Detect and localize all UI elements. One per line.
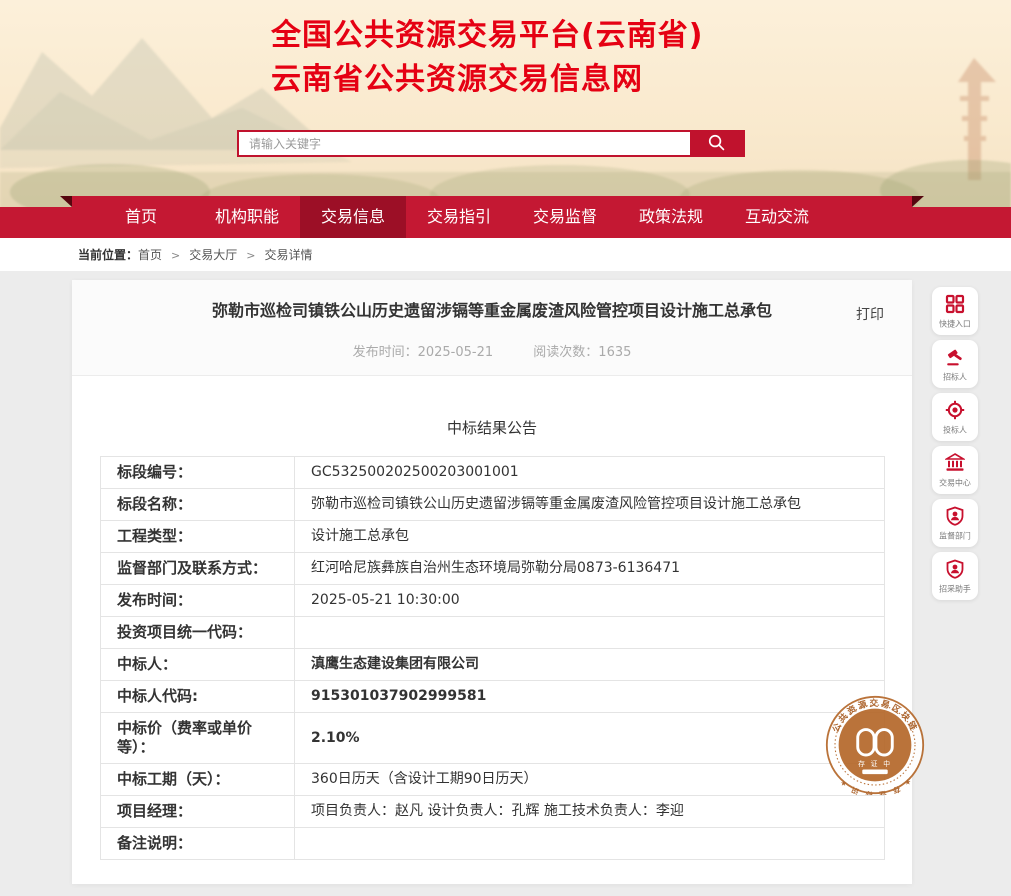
article-card-header: 弥勒市巡检司镇铁公山历史遗留涉镉等重金属废渣风险管控项目设计施工总承包 打印 发… <box>72 280 912 376</box>
sidebar-item-label: 招标人 <box>935 371 975 382</box>
table-row: 标段名称：弥勒市巡检司镇铁公山历史遗留涉镉等重金属废渣风险管控项目设计施工总承包 <box>101 489 885 521</box>
grid-icon <box>932 294 978 314</box>
nav-item-2[interactable]: 机构职能 <box>194 196 300 238</box>
table-row: 中标人代码:915301037902999581 <box>101 681 885 713</box>
row-value: 2.10% <box>295 713 885 764</box>
row-label: 项目经理： <box>101 796 295 828</box>
row-label: 工程类型： <box>101 521 295 553</box>
gavel-icon <box>932 347 978 367</box>
site-title-line1: 全国公共资源交易平台(云南省) <box>271 14 703 58</box>
search-bar <box>237 130 745 157</box>
nav-item-6[interactable]: 政策法规 <box>618 196 724 238</box>
target-icon <box>932 400 978 420</box>
table-row: 中标价（费率或单价等）：2.10% <box>101 713 885 764</box>
table-row: 工程类型：设计施工总承包 <box>101 521 885 553</box>
sidebar-item-label: 交易中心 <box>935 477 975 488</box>
row-value: 设计施工总承包 <box>295 521 885 553</box>
table-row: 投资项目统一代码： <box>101 617 885 649</box>
sidebar-item-快捷入口[interactable]: 快捷入口 <box>932 287 978 335</box>
breadcrumb-link-3[interactable]: 交易详情 <box>264 248 312 262</box>
bank-icon <box>932 453 978 473</box>
print-button[interactable]: 打印 <box>856 304 884 324</box>
breadcrumb: 当前位置： 首页 > 交易大厅 > 交易详情 <box>0 238 1011 271</box>
row-value: 360日历天（含设计工期90日历天） <box>295 764 885 796</box>
breadcrumb-link-2[interactable]: 交易大厅 <box>189 248 237 262</box>
sidebar-item-label: 快捷入口 <box>935 318 975 329</box>
table-row: 项目经理：项目负责人：赵凡 设计负责人：孔辉 施工技术负责人：李迎 <box>101 796 885 828</box>
row-label: 标段名称： <box>101 489 295 521</box>
search-button[interactable] <box>690 132 743 155</box>
main-nav: 首页机构职能交易信息交易指引交易监督政策法规互动交流 <box>0 196 1011 238</box>
article-title: 弥勒市巡检司镇铁公山历史遗留涉镉等重金属废渣风险管控项目设计施工总承包 <box>172 280 812 321</box>
row-value: 915301037902999581 <box>295 681 885 713</box>
nav-item-4[interactable]: 交易指引 <box>406 196 512 238</box>
article-card-body: 中标结果公告 标段编号：GC532500202500203001001标段名称：… <box>72 417 912 860</box>
sidebar-item-投标人[interactable]: 投标人 <box>932 393 978 441</box>
row-label: 备注说明： <box>101 828 295 860</box>
seal-bar <box>862 770 887 775</box>
nav-item-5[interactable]: 交易监督 <box>512 196 618 238</box>
seal-status-text: 存 证 中 <box>858 759 892 768</box>
row-value <box>295 828 885 860</box>
sidebar-item-监督部门[interactable]: 监督部门 <box>932 499 978 547</box>
site-title-line2: 云南省公共资源交易信息网 <box>271 58 703 102</box>
breadcrumb-separator: > <box>246 249 255 262</box>
table-row: 中标工期（天）：360日历天（含设计工期90日历天） <box>101 764 885 796</box>
nav-item-3[interactable]: 交易信息 <box>300 196 406 238</box>
shield-user-icon <box>932 506 978 526</box>
breadcrumb-separator: > <box>171 249 180 262</box>
row-value <box>295 617 885 649</box>
table-row: 发布时间：2025-05-21 10:30:00 <box>101 585 885 617</box>
announcement-title: 中标结果公告 <box>72 417 912 438</box>
breadcrumb-prefix: 当前位置： <box>78 246 138 263</box>
row-label: 中标人代码: <box>101 681 295 713</box>
row-value: 2025-05-21 10:30:00 <box>295 585 885 617</box>
nav-ribbon-fold-right <box>912 196 924 207</box>
breadcrumb-link-1[interactable]: 首页 <box>138 248 162 262</box>
row-label: 中标价（费率或单价等）： <box>101 713 295 764</box>
view-count: 阅读次数：1635 <box>533 345 631 360</box>
nav-item-1[interactable]: 首页 <box>88 196 194 238</box>
sidebar-item-label: 投标人 <box>935 424 975 435</box>
row-label: 标段编号： <box>101 457 295 489</box>
search-icon <box>707 133 726 155</box>
blockchain-seal: 公共资源交易区块链 ★ 存 证 标 识 ★ 存 证 中 <box>825 695 925 795</box>
sidebar-item-招标人[interactable]: 招标人 <box>932 340 978 388</box>
row-label: 投资项目统一代码： <box>101 617 295 649</box>
table-row: 监督部门及联系方式：红河哈尼族彝族自治州生态环境局弥勒分局0873-613647… <box>101 553 885 585</box>
row-value: GC532500202500203001001 <box>295 457 885 489</box>
table-row: 标段编号：GC532500202500203001001 <box>101 457 885 489</box>
row-value: 滇鹰生态建设集团有限公司 <box>295 649 885 681</box>
hero-header: 全国公共资源交易平台(云南省) 云南省公共资源交易信息网 首页机构职能交易信息交… <box>0 0 1011 238</box>
sidebar-item-label: 监督部门 <box>935 530 975 541</box>
search-input[interactable] <box>239 132 690 155</box>
article-meta: 发布时间：2025-05-21 阅读次数：1635 <box>72 341 912 360</box>
sidebar-item-交易中心[interactable]: 交易中心 <box>932 446 978 494</box>
row-label: 发布时间： <box>101 585 295 617</box>
publish-date: 发布时间：2025-05-21 <box>353 345 494 360</box>
sidebar-item-label: 招采助手 <box>935 583 975 594</box>
site-title: 全国公共资源交易平台(云南省) 云南省公共资源交易信息网 <box>271 14 703 102</box>
row-label: 中标工期（天）： <box>101 764 295 796</box>
shield-user-icon <box>932 559 978 579</box>
article-card: 弥勒市巡检司镇铁公山历史遗留涉镉等重金属废渣风险管控项目设计施工总承包 打印 发… <box>72 280 912 884</box>
row-value: 项目负责人：赵凡 设计负责人：孔辉 施工技术负责人：李迎 <box>295 796 885 828</box>
nav-item-7[interactable]: 互动交流 <box>724 196 830 238</box>
bid-result-table: 标段编号：GC532500202500203001001标段名称：弥勒市巡检司镇… <box>100 456 885 860</box>
table-row: 备注说明： <box>101 828 885 860</box>
table-row: 中标人：滇鹰生态建设集团有限公司 <box>101 649 885 681</box>
row-label: 中标人： <box>101 649 295 681</box>
row-label: 监督部门及联系方式： <box>101 553 295 585</box>
row-value: 红河哈尼族彝族自治州生态环境局弥勒分局0873-6136471 <box>295 553 885 585</box>
nav-ribbon: 首页机构职能交易信息交易指引交易监督政策法规互动交流 <box>72 196 912 238</box>
breadcrumb-links: 首页 > 交易大厅 > 交易详情 <box>138 246 312 263</box>
page-content: 弥勒市巡检司镇铁公山历史遗留涉镉等重金属废渣风险管控项目设计施工总承包 打印 发… <box>0 271 1011 896</box>
sidebar-item-招采助手[interactable]: 招采助手 <box>932 552 978 600</box>
row-value: 弥勒市巡检司镇铁公山历史遗留涉镉等重金属废渣风险管控项目设计施工总承包 <box>295 489 885 521</box>
quick-access-sidebar: 快捷入口招标人投标人交易中心监督部门招采助手 <box>932 287 978 600</box>
nav-ribbon-fold-left <box>60 196 72 207</box>
